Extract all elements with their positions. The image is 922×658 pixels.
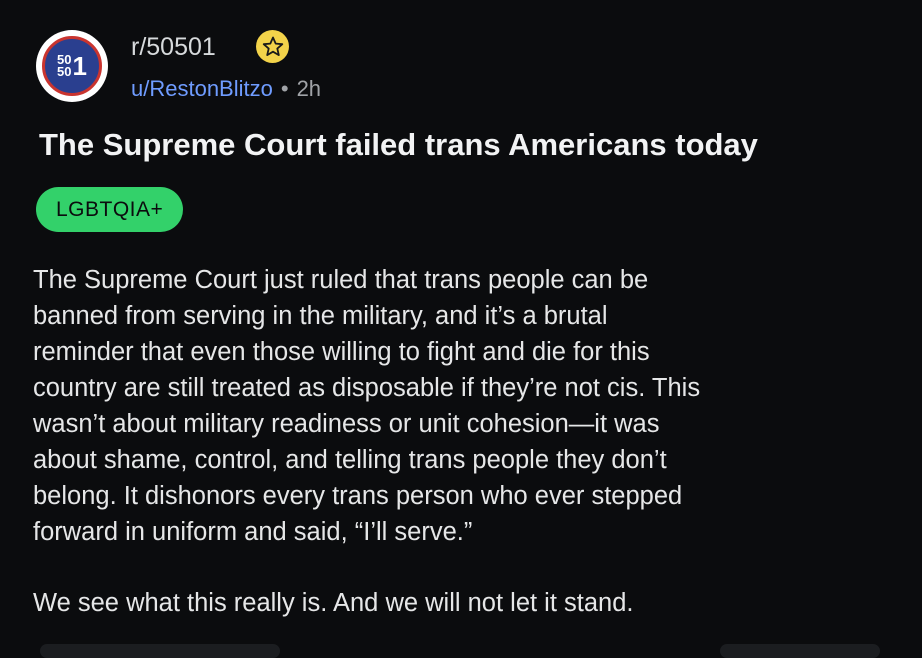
author-username[interactable]: u/RestonBlitzo [131,76,273,101]
action-bar-hint-left [40,644,280,658]
post-time: 2h [296,76,322,101]
avatar-logo: 50 50 1 [42,36,102,96]
body-line: banned from serving in the military, and… [33,302,608,330]
star-badge-icon [256,30,289,63]
meta-separator: • [280,76,289,101]
subreddit-name[interactable]: r/50501 [131,33,216,62]
action-bar-hint-right [720,644,880,658]
post-flair[interactable]: LGBTQIA+ [36,187,184,232]
body-line: country are still treated as disposable … [33,374,701,402]
subreddit-avatar[interactable]: 50 50 1 [36,30,108,102]
body-line: reminder that even those willing to figh… [33,338,650,366]
avatar-text-bottom: 50 [57,64,72,79]
post-title[interactable]: The Supreme Court failed trans Americans… [39,127,758,163]
avatar-small-text: 50 50 [57,53,72,79]
body-line: wasn’t about military readiness or unit … [33,410,660,438]
post-body: The Supreme Court just ruled that trans … [33,262,893,621]
body-line: about shame, control, and telling trans … [33,446,667,474]
body-line: forward in uniform and said, “I’ll serve… [33,518,473,546]
body-paragraph-1: The Supreme Court just ruled that trans … [33,262,893,550]
post-card: 50 50 1 r/50501 u/RestonBlitzo • 2h The Su… [0,0,922,658]
body-line: The Supreme Court just ruled that trans … [33,266,649,294]
body-paragraph-2: We see what this really is. And we will … [33,589,634,617]
avatar-text-big: 1 [72,51,87,81]
post-meta: u/RestonBlitzo • 2h [131,76,321,102]
body-line: belong. It dishonors every trans person … [33,482,683,510]
